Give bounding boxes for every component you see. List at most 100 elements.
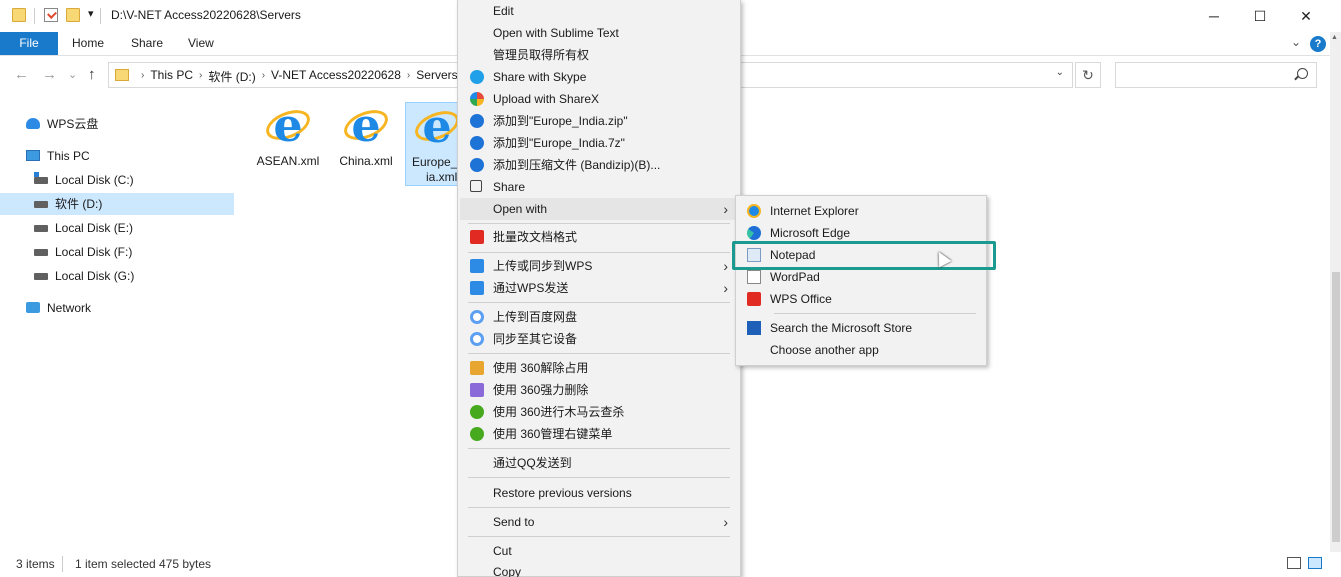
divider (62, 556, 63, 572)
open-with-submenu: Internet Explorer Microsoft Edge Notepad… (735, 195, 987, 366)
menu-item-edit[interactable]: Edit (460, 0, 738, 22)
menu-item-add-zip[interactable]: 添加到"Europe_India.zip" (460, 110, 738, 132)
scrollbar-thumb[interactable] (1332, 272, 1340, 542)
breadcrumb-separator[interactable]: › (260, 68, 267, 85)
context-menu: Edit Open with Sublime Text 管理员取得所有权 Sha… (457, 0, 741, 577)
breadcrumb-separator: › (141, 70, 145, 81)
details-view-icon[interactable] (1287, 557, 1301, 569)
wps-send-icon (470, 281, 484, 295)
menu-item-sync-devices[interactable]: 同步至其它设备 (460, 328, 738, 350)
folder-icon (12, 8, 26, 22)
nav-item-this-pc[interactable]: This PC (0, 145, 234, 167)
nav-item-disk-f[interactable]: Local Disk (F:) (0, 241, 234, 263)
recent-locations-icon[interactable]: ⌄ (68, 68, 77, 81)
menu-item-label: 使用 360管理右键菜单 (493, 427, 613, 441)
menu-item-open-with[interactable]: Open with › (460, 198, 738, 220)
tab-view[interactable]: View (174, 32, 228, 55)
breadcrumb-servers[interactable]: Servers (412, 68, 461, 85)
menu-item-label: Cut (493, 544, 512, 558)
large-icons-view-icon[interactable] (1308, 557, 1322, 569)
menu-item-copy[interactable]: Copy (460, 561, 738, 577)
minimize-button[interactable]: ─ (1191, 0, 1237, 32)
breadcrumb-separator[interactable]: › (197, 68, 204, 85)
menu-item-send-wps[interactable]: 通过WPS发送 › (460, 277, 738, 299)
scroll-up-icon[interactable]: ▲ (1331, 34, 1338, 41)
up-button[interactable]: ↑ (88, 66, 96, 83)
submenu-item-internet-explorer[interactable]: Internet Explorer (738, 200, 984, 222)
menu-item-take-ownership[interactable]: 管理员取得所有权 (460, 44, 738, 66)
back-button[interactable]: ← (14, 66, 29, 83)
breadcrumb-drive-d[interactable]: 软件 (D:) (204, 68, 259, 85)
wps-office-icon (747, 292, 761, 306)
baidu-netdisk-icon (470, 310, 484, 324)
disk-icon (34, 201, 48, 208)
360-manage-icon (470, 427, 484, 441)
bandizip-icon (470, 158, 484, 172)
new-folder-icon[interactable] (66, 8, 80, 22)
help-icon[interactable]: ? (1310, 36, 1326, 52)
internet-explorer-icon (747, 204, 761, 218)
close-button[interactable]: ✕ (1283, 0, 1329, 32)
menu-item-label: 上传到百度网盘 (493, 310, 578, 324)
bandizip-icon (470, 114, 484, 128)
breadcrumb: › This PC › 软件 (D:) › V-NET Access202206… (139, 68, 462, 85)
chevron-right-icon: › (723, 201, 728, 217)
file-item-china[interactable]: e China.xml (331, 102, 401, 186)
menu-item-share-skype[interactable]: Share with Skype (460, 66, 738, 88)
breadcrumb-this-pc[interactable]: This PC (146, 68, 197, 85)
refresh-button[interactable]: ↻ (1075, 62, 1101, 88)
internet-explorer-icon: e (261, 102, 315, 150)
forward-button[interactable]: → (42, 66, 57, 83)
menu-item-add-7z[interactable]: 添加到"Europe_India.7z" (460, 132, 738, 154)
file-item-europe-india[interactable]: e Europe_I ia.xml (405, 102, 464, 186)
nav-item-disk-e[interactable]: Local Disk (E:) (0, 217, 234, 239)
submenu-item-wps-office[interactable]: WPS Office (738, 288, 984, 310)
file-name-line-2: ia.xml (426, 170, 458, 184)
submenu-item-microsoft-store[interactable]: Search the Microsoft Store (738, 317, 984, 339)
file-item-asean[interactable]: e ASEAN.xml (253, 102, 323, 186)
menu-item-cut[interactable]: Cut (460, 540, 738, 562)
menu-item-restore-versions[interactable]: Restore previous versions (460, 482, 738, 504)
menu-item-label: 批量改文档格式 (493, 230, 578, 244)
menu-item-label: 上传或同步到WPS (493, 259, 593, 273)
file-name-line-1: Europe_I (412, 155, 461, 169)
menu-item-label: 同步至其它设备 (493, 332, 578, 346)
menu-item-batch-convert[interactable]: 批量改文档格式 (460, 226, 738, 248)
submenu-item-choose-another-app[interactable]: Choose another app (738, 339, 984, 361)
menu-item-upload-sharex[interactable]: Upload with ShareX (460, 88, 738, 110)
menu-item-send-to[interactable]: Send to › (460, 511, 738, 533)
menu-item-upload-wps[interactable]: 上传或同步到WPS › (460, 255, 738, 277)
tab-home[interactable]: Home (58, 32, 118, 55)
menu-item-add-bandizip[interactable]: 添加到压缩文件 (Bandizip)(B)... (460, 154, 738, 176)
internet-explorer-icon: e (410, 103, 464, 151)
breadcrumb-separator[interactable]: › (405, 68, 412, 85)
menu-item-send-qq[interactable]: 通过QQ发送到 (460, 452, 738, 474)
properties-icon[interactable] (44, 8, 58, 22)
ribbon-collapse-icon[interactable]: ⌄ (1291, 35, 1301, 49)
maximize-button[interactable]: ☐ (1237, 0, 1283, 32)
nav-item-disk-g[interactable]: Local Disk (G:) (0, 265, 234, 287)
breadcrumb-vnet-folder[interactable]: V-NET Access20220628 (267, 68, 405, 85)
menu-item-360-manage[interactable]: 使用 360管理右键菜单 (460, 423, 738, 445)
menu-item-360-unlock[interactable]: 使用 360解除占用 (460, 357, 738, 379)
address-dropdown-icon[interactable]: ⌄ (1056, 67, 1064, 78)
disk-icon (34, 249, 48, 256)
tab-file[interactable]: File (0, 32, 58, 55)
nav-item-disk-d[interactable]: 软件 (D:) (0, 193, 234, 215)
menu-item-share[interactable]: Share (460, 176, 738, 198)
search-input[interactable] (1115, 62, 1317, 88)
menu-item-open-sublime[interactable]: Open with Sublime Text (460, 22, 738, 44)
nav-item-network[interactable]: Network (0, 297, 234, 319)
tab-share[interactable]: Share (117, 32, 177, 55)
vertical-scrollbar[interactable]: ▲ (1330, 32, 1341, 552)
menu-item-360-delete[interactable]: 使用 360强力删除 (460, 379, 738, 401)
nav-item-disk-c[interactable]: Local Disk (C:) (0, 169, 234, 191)
disk-icon (34, 225, 48, 232)
submenu-item-label: Internet Explorer (770, 204, 859, 218)
submenu-item-label: Search the Microsoft Store (770, 321, 913, 335)
quick-access-dropdown-icon[interactable]: ▾ (88, 7, 94, 20)
menu-item-360-scan[interactable]: 使用 360进行木马云查杀 (460, 401, 738, 423)
menu-item-upload-baidu[interactable]: 上传到百度网盘 (460, 306, 738, 328)
nav-item-wps-cloud[interactable]: WPS云盘 (0, 113, 234, 135)
edge-icon (747, 226, 761, 240)
